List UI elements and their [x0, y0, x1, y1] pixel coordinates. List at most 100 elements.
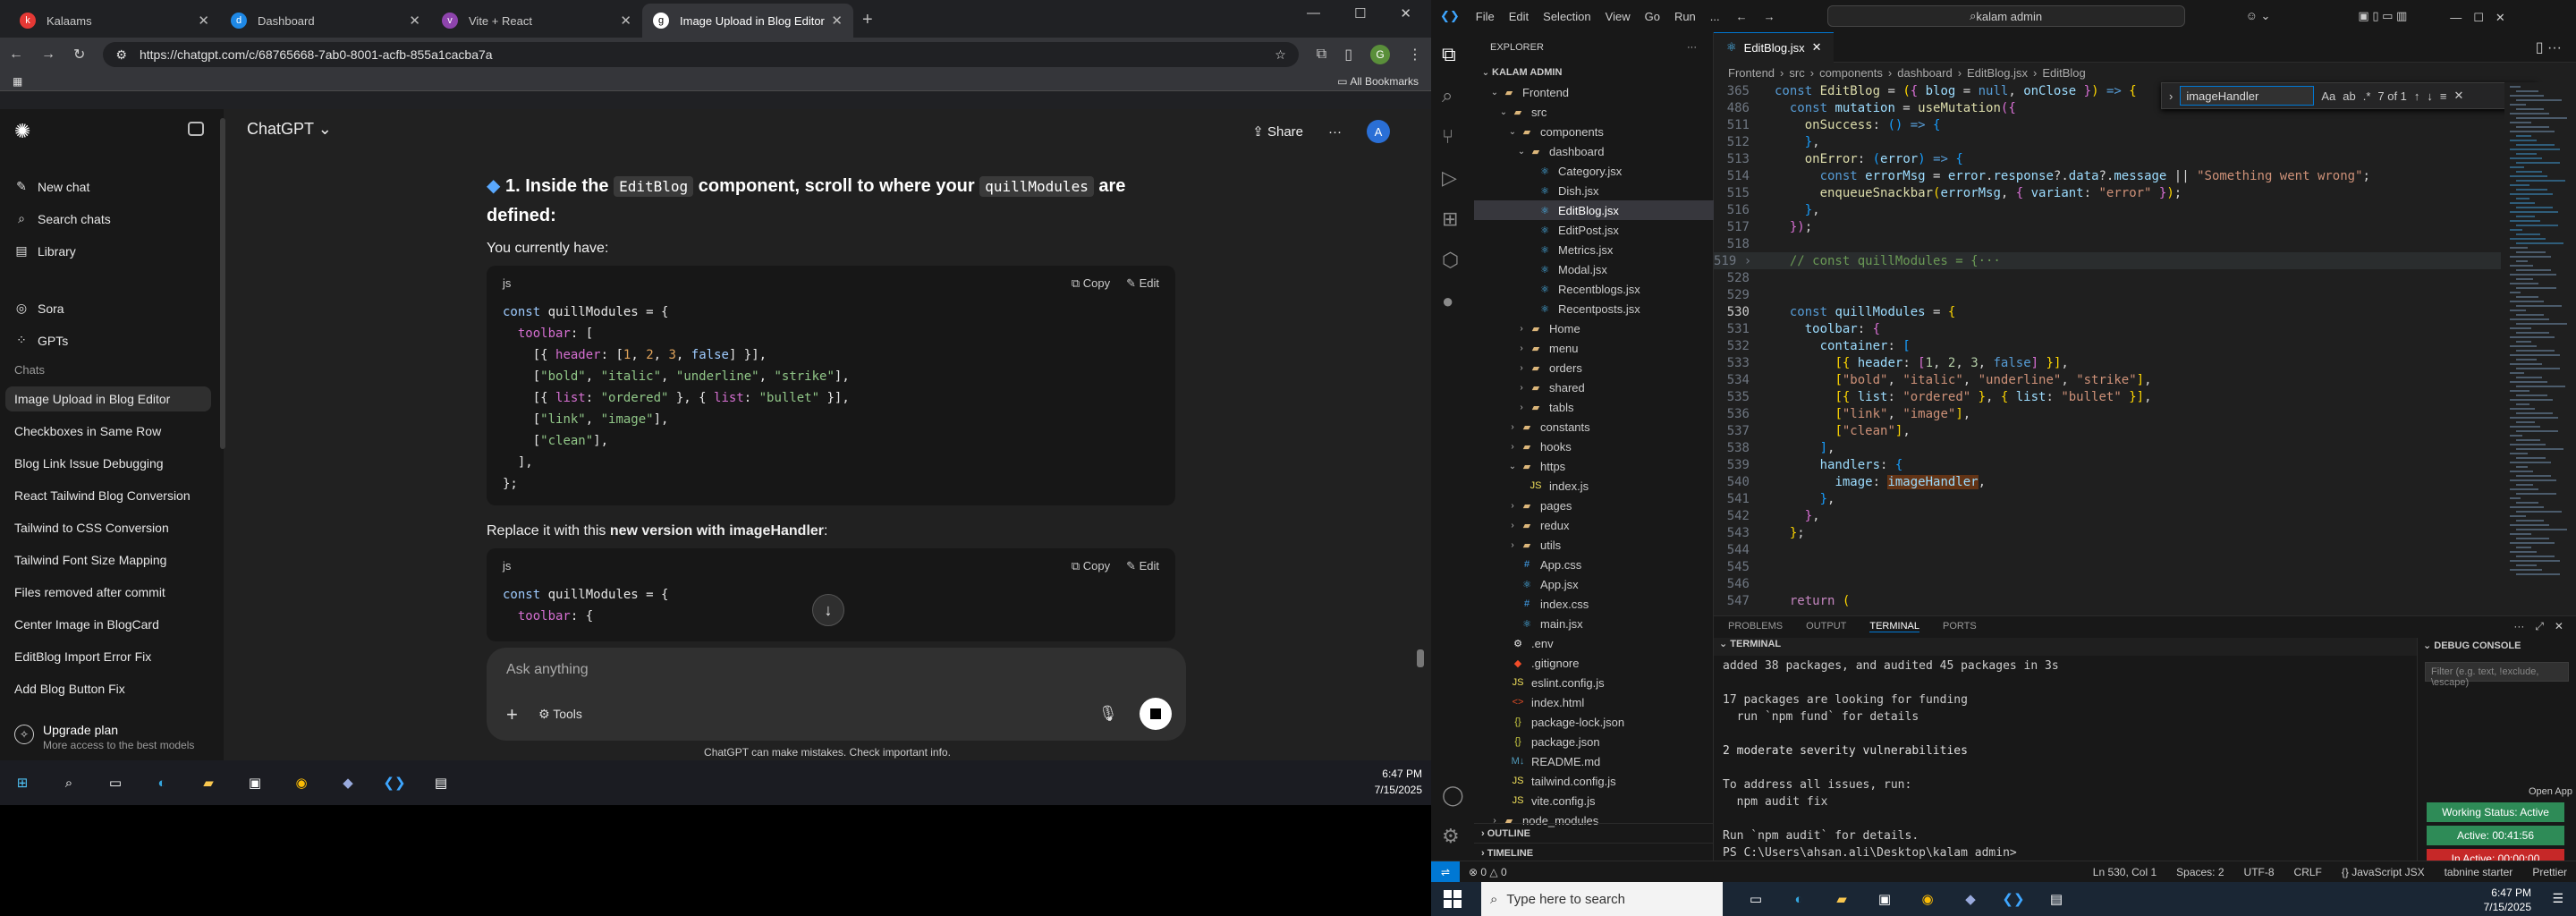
mic-icon[interactable]: 🎙 [1098, 705, 1118, 723]
workspace-root[interactable]: ⌄ KALAM ADMIN [1474, 63, 1714, 82]
extensions-icon[interactable]: ⊞ [1442, 208, 1458, 231]
chat-history-item[interactable]: Checkboxes in Same Row [5, 419, 211, 444]
file-item[interactable]: ⚛ Dish.jsx [1474, 181, 1714, 200]
folder-item[interactable]: › ▰ shared [1474, 377, 1714, 397]
browser-tab[interactable]: v Vite + React ✕ [431, 4, 642, 38]
working-status-badge[interactable]: Working Status: Active [2427, 802, 2564, 822]
explorer-icon[interactable]: ⧉ [1442, 43, 1456, 66]
file-item[interactable]: ⚛ Modal.jsx [1474, 259, 1714, 279]
file-item[interactable]: ⚛ Category.jsx [1474, 161, 1714, 181]
remote-icon[interactable]: ⬡ [1442, 249, 1459, 272]
sidebar-item-new-chat[interactable]: ✎ New chat [14, 179, 89, 194]
chat-history-item[interactable]: EditBlog Import Error Fix [5, 644, 211, 669]
outline-section[interactable]: › OUTLINE [1474, 823, 1714, 843]
account-icon[interactable]: ◯ [1442, 784, 1464, 807]
file-item[interactable]: ⚛ App.jsx [1474, 574, 1714, 594]
main-scrollbar[interactable] [1417, 649, 1424, 667]
menu-selection[interactable]: Selection [1543, 10, 1590, 23]
folder-item[interactable]: › ▰ orders [1474, 358, 1714, 377]
file-explorer-icon[interactable]: ▰ [197, 771, 220, 794]
model-selector[interactable]: ChatGPT ⌄ [247, 120, 332, 139]
site-info-icon[interactable]: ⚙ [115, 47, 127, 63]
minimize-icon[interactable]: — [1307, 5, 1320, 21]
plus-icon[interactable]: + [506, 703, 518, 726]
sidebar-item-sora[interactable]: ◎ Sora [14, 301, 64, 316]
nav-back-icon[interactable]: ← [1736, 10, 1748, 23]
status-item[interactable]: Ln 530, Col 1 [2093, 866, 2157, 878]
close-icon[interactable]: ✕ [1812, 40, 1822, 55]
task-view-icon[interactable]: ▭ [1744, 887, 1767, 911]
panel-actions-icon[interactable]: ··· ⤢ ✕ [2513, 618, 2563, 633]
menu-view[interactable]: View [1606, 10, 1631, 23]
app-icon[interactable]: ◆ [336, 771, 360, 794]
breadcrumb-item[interactable]: EditBlog.jsx [1967, 66, 2028, 80]
close-tab-icon[interactable]: ✕ [620, 13, 631, 29]
nav-forward-icon[interactable]: → [1764, 10, 1775, 23]
minimap[interactable] [2504, 82, 2576, 615]
timeline-section[interactable]: › TIMELINE [1474, 843, 1714, 862]
menu-edit[interactable]: Edit [1509, 10, 1529, 23]
back-icon[interactable]: ← [9, 47, 23, 63]
editor-tab-editblog[interactable]: ⚛ EditBlog.jsx ✕ [1714, 31, 1835, 63]
panel-tab-problems[interactable]: PROBLEMS [1728, 621, 1783, 632]
panel-tab-ports[interactable]: PORTS [1943, 621, 1977, 632]
new-tab-icon[interactable]: + [862, 10, 873, 30]
browser-tab[interactable]: d Dashboard ✕ [220, 4, 431, 38]
edge-icon[interactable]: ◐ [150, 771, 174, 794]
explorer-more-icon[interactable]: ··· [1687, 42, 1697, 53]
tools-button[interactable]: ⚙ Tools [538, 707, 582, 722]
sidebar-item-search-chats[interactable]: ⌕ Search chats [14, 211, 111, 226]
edit-button[interactable]: ✎ Edit [1126, 559, 1159, 573]
menu-more[interactable]: ... [1710, 10, 1720, 23]
copy-button[interactable]: ⧉ Copy [1072, 559, 1110, 573]
folder-item[interactable]: › ▰ pages [1474, 496, 1714, 515]
extensions-icon[interactable]: ⧉ [1317, 47, 1326, 63]
store-icon[interactable]: ▣ [243, 771, 267, 794]
active-time-badge[interactable]: Active: 00:41:56 [2427, 826, 2564, 845]
more-options-icon[interactable]: ··· [1328, 124, 1342, 140]
match-case-icon[interactable]: Aa [2321, 89, 2335, 103]
chat-history-item[interactable]: Add Blog Button Fix [5, 676, 211, 701]
search-icon[interactable]: ⌕ [1442, 84, 1453, 107]
breadcrumb-item[interactable]: src [1789, 66, 1804, 80]
file-item[interactable]: JS eslint.config.js [1474, 673, 1714, 692]
status-item[interactable]: tabnine starter [2445, 866, 2513, 878]
folder-item[interactable]: › ▰ redux [1474, 515, 1714, 535]
file-item[interactable]: {} package.json [1474, 732, 1714, 751]
toggle-replace-icon[interactable]: › [2169, 89, 2173, 103]
layout-icons[interactable]: ▣ ▯ ▭ ▥ [2358, 9, 2407, 23]
vscode-icon[interactable]: ❮❯ [383, 771, 406, 794]
menu-go[interactable]: Go [1645, 10, 1660, 23]
app-icon[interactable]: ◆ [1959, 887, 1982, 911]
prompt-input[interactable]: Ask anything [506, 662, 589, 678]
windows-start-icon[interactable] [1444, 890, 1462, 908]
scroll-down-button[interactable]: ↓ [812, 594, 844, 626]
status-item[interactable]: Spaces: 2 [2176, 866, 2224, 878]
edit-button[interactable]: ✎ Edit [1126, 276, 1159, 291]
file-item[interactable]: ⚛ Recentposts.jsx [1474, 299, 1714, 318]
apps-icon[interactable]: ▦ [13, 75, 22, 88]
file-item[interactable]: JS tailwind.config.js [1474, 771, 1714, 791]
folder-item[interactable]: › ▰ utils [1474, 535, 1714, 555]
chat-history-item[interactable]: Blog Link Issue Debugging [5, 451, 211, 476]
file-explorer-icon[interactable]: ▰ [1830, 887, 1853, 911]
user-avatar[interactable]: A [1367, 120, 1390, 143]
breadcrumb-item[interactable]: Frontend [1728, 66, 1775, 80]
chat-history-item[interactable]: Files removed after commit [5, 580, 211, 605]
status-item[interactable]: {} JavaScript JSX [2342, 866, 2425, 878]
folder-item[interactable]: ⌄ ▰ components [1474, 122, 1714, 141]
close-tab-icon[interactable]: ✕ [409, 13, 420, 29]
menu-run[interactable]: Run [1674, 10, 1696, 23]
stop-button[interactable] [1140, 698, 1172, 730]
sidepanel-icon[interactable]: ▯ [1344, 46, 1352, 64]
chrome-icon[interactable]: ◉ [1916, 887, 1939, 911]
vscode-icon[interactable]: ❮❯ [2002, 887, 2025, 911]
panel-tab-output[interactable]: OUTPUT [1806, 621, 1846, 632]
chat-history-item[interactable]: Center Image in BlogCard [5, 612, 211, 637]
file-item[interactable]: JS index.js [1474, 476, 1714, 496]
folder-item[interactable]: › ▰ Home [1474, 318, 1714, 338]
command-center[interactable]: ⌕ kalam admin [1826, 5, 2185, 27]
sidebar-item-library[interactable]: ▤ Library [14, 243, 75, 259]
reload-icon[interactable]: ↻ [73, 46, 85, 64]
all-bookmarks[interactable]: ▭ All Bookmarks [1337, 75, 1419, 88]
